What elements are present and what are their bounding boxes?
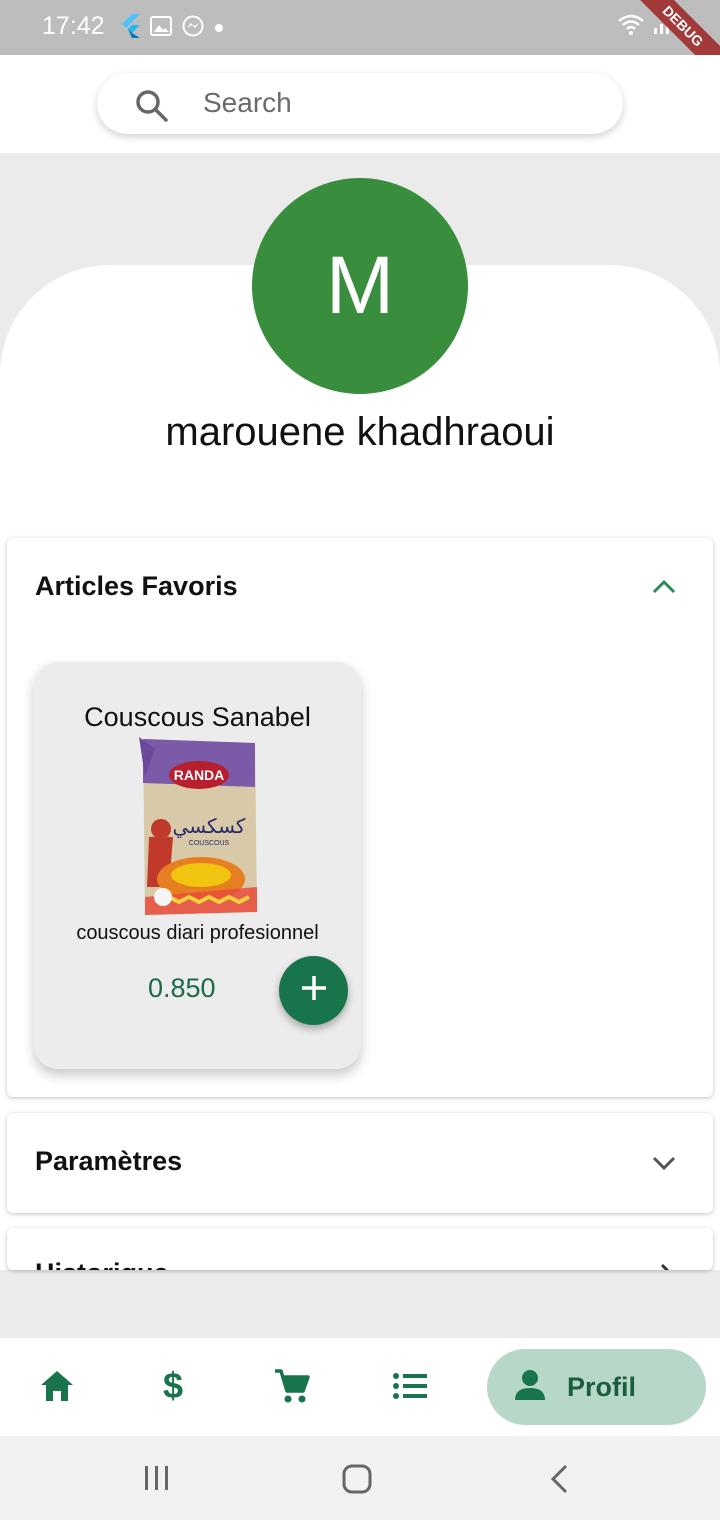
product-price: 0.850 [148, 973, 216, 1003]
settings-section[interactable]: Paramètres [7, 1113, 713, 1213]
product-name: Couscous Sanabel [84, 702, 311, 732]
nav-list[interactable] [390, 1368, 430, 1408]
messenger-icon [182, 15, 204, 42]
add-to-cart-button[interactable] [279, 956, 348, 1025]
user-name: marouene khadhraoui [165, 410, 555, 454]
system-navigation-bar [0, 1436, 720, 1520]
product-card[interactable]: Couscous Sanabel RANDA كسكسي COUSCOUS co… [34, 662, 361, 1069]
nav-home[interactable] [37, 1368, 77, 1408]
status-time: 17:42 [42, 12, 105, 40]
favorites-section: Articles Favoris Couscous Sanabel RANDA … [7, 538, 713, 1097]
home-button-icon[interactable] [342, 1464, 372, 1499]
search-input[interactable] [203, 81, 583, 125]
home-icon [39, 1369, 75, 1408]
chevron-right-icon[interactable] [657, 1262, 677, 1270]
history-title[interactable]: Historique [35, 1258, 169, 1270]
nav-profile[interactable]: Profil [487, 1349, 706, 1425]
search-bar[interactable] [97, 73, 623, 134]
product-brand-text: RANDA [174, 767, 225, 783]
product-image: RANDA كسكسي COUSCOUS [139, 737, 259, 915]
svg-text:$: $ [163, 1367, 183, 1405]
flutter-icon [120, 14, 140, 43]
person-icon [513, 1368, 547, 1407]
bottom-navigation: $ Profil [0, 1338, 720, 1436]
settings-title[interactable]: Paramètres [35, 1146, 182, 1177]
dot-icon [214, 20, 224, 38]
chevron-down-icon[interactable] [651, 1153, 677, 1178]
favorites-title[interactable]: Articles Favoris [35, 571, 238, 602]
search-icon[interactable] [135, 89, 169, 128]
dollar-icon: $ [161, 1365, 185, 1410]
wifi-icon [618, 14, 644, 41]
nav-finance[interactable]: $ [153, 1365, 193, 1410]
list-icon [392, 1371, 428, 1406]
product-caption-text: COUSCOUS [189, 840, 230, 847]
product-arabic-text: كسكسي [173, 814, 246, 839]
back-icon[interactable] [548, 1464, 570, 1499]
recent-apps-icon[interactable] [143, 1464, 171, 1497]
plus-icon [300, 974, 328, 1007]
history-section[interactable]: Historique [7, 1228, 713, 1270]
status-icons-left [120, 14, 224, 43]
search-header [0, 55, 720, 153]
chevron-up-icon[interactable] [651, 576, 677, 601]
nav-profile-label: Profil [567, 1371, 637, 1402]
cart-icon [273, 1367, 311, 1410]
image-icon [150, 16, 172, 41]
avatar[interactable]: M [252, 178, 468, 394]
product-description: couscous diari profesionnel [76, 922, 319, 944]
status-bar: 17:42 DEBUG [0, 0, 720, 88]
nav-cart[interactable] [272, 1368, 312, 1408]
